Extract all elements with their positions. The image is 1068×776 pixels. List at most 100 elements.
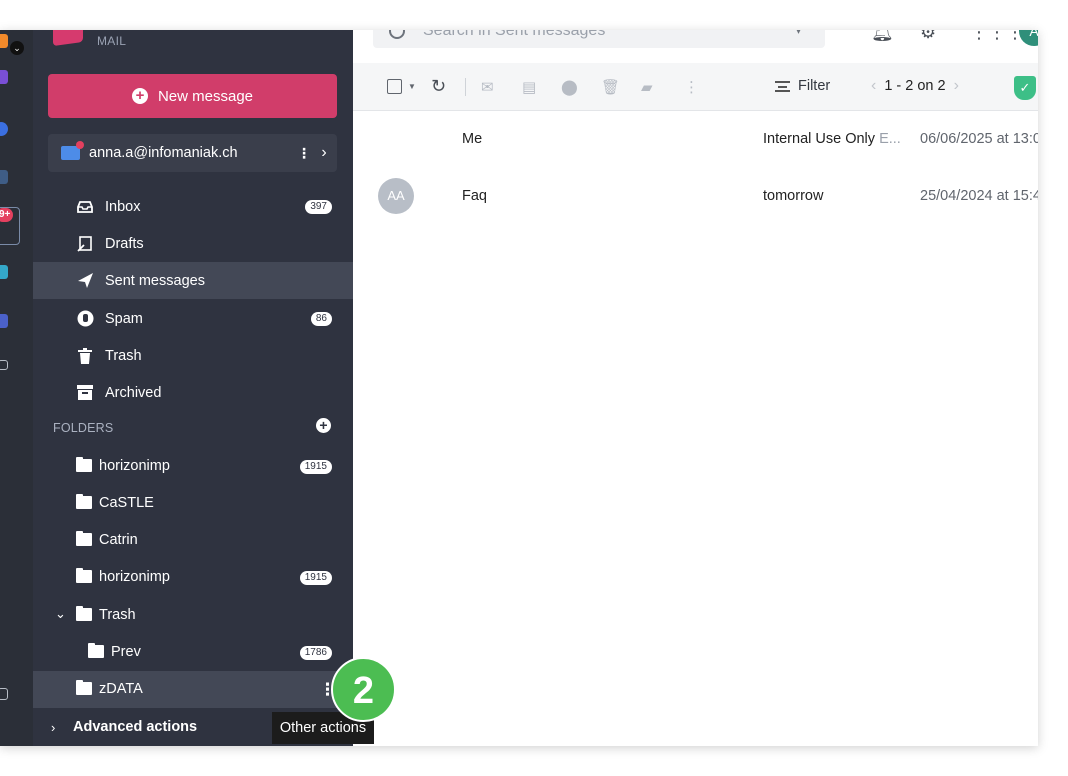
message-date: 06/06/2025 at 13:0 [920,131,1038,147]
new-message-button[interactable]: + New message [48,74,337,118]
home-icon[interactable] [0,70,8,84]
nav-label: Drafts [105,235,144,252]
next-page-icon[interactable]: › [954,77,959,95]
count-badge: 1915 [299,460,332,474]
pagination-text: 1 - 2 on 2 [884,78,946,94]
selection-chevron-icon[interactable]: ▼ [408,82,416,91]
search-input[interactable]: Search in Sent messages ▾ [373,30,825,48]
search-options-chevron-icon[interactable]: ▾ [796,30,801,37]
new-message-label: New message [157,87,254,105]
message-toolbar: ▼ ↻ ✉ ▤ ⬤ 🗑︎ ▰ ⋮ Filter ‹ 1 - 2 on 2 › ✓ [353,63,1038,111]
count-badge: 1786 [299,646,332,660]
nav-item-trash[interactable]: Trash [33,337,353,374]
chevron-right-icon[interactable]: › [311,144,337,162]
nav-label: Sent messages [105,272,205,289]
chevron-right-icon: › [51,719,56,735]
nav-label: Archived [105,384,162,401]
nav-label: Inbox [105,198,141,215]
refresh-icon[interactable]: ↻ [431,76,446,97]
user-avatar[interactable]: A [1019,30,1038,46]
folder-label: Trash [99,607,136,623]
folder-item[interactable]: Prev 1786 [33,634,353,671]
nav-item-archived[interactable]: Archived [33,374,353,411]
folder-label: Prev [111,644,141,660]
filter-button[interactable]: Filter [775,78,830,94]
gear-icon[interactable]: ⚙ [920,30,936,43]
chevron-down-icon[interactable]: ⌄ [55,606,66,622]
app-switcher-chevron-icon[interactable]: ⌄ [10,41,24,55]
mail-sidebar: MAIL + New message anna.a@infomaniak.ch … [33,30,353,746]
nav-item-inbox[interactable]: Inbox 397 [33,188,353,225]
nav-label: Spam [105,310,143,327]
previous-page-icon[interactable]: ‹ [871,77,876,95]
plus-circle-icon: + [131,88,148,104]
folder-item[interactable]: horizonimp 1915 [33,448,353,485]
security-shield-icon[interactable]: ✓ [1014,76,1036,100]
add-app-icon[interactable] [0,360,8,370]
more-actions-icon[interactable]: ⋮ [684,78,699,96]
message-subject-text: Internal Use Only [763,131,876,147]
nav-label: Trash [105,347,142,364]
folder-icon [76,531,92,546]
toolbar-divider [465,78,466,96]
folder-icon [76,680,92,695]
app-calendar-icon[interactable] [0,265,8,279]
apps-grid-icon[interactable]: ⋮⋮⋮ [970,30,1024,43]
app-chat-icon[interactable] [0,170,8,184]
inbox-icon [76,198,94,216]
message-preview: E... [879,131,901,147]
filter-label: Filter [798,78,831,94]
mail-app-window: ⌄ 9+ MAIL + New message anna.a@infomania… [0,30,1038,746]
search-placeholder: Search in Sent messages [423,30,606,39]
message-subject: tomorrow [763,188,824,204]
folder-item[interactable]: Catrin [33,522,353,559]
folder-star-icon [76,457,92,472]
pagination: ‹ 1 - 2 on 2 › [871,77,959,95]
filter-icon [775,80,790,92]
mail-logo-icon [53,30,83,47]
message-sender: Faq [462,188,487,204]
account-email: anna.a@infomaniak.ch [89,145,238,161]
app-contacts-icon[interactable] [0,314,8,328]
folder-label: CaSTLE [99,495,154,511]
search-icon [389,30,405,39]
count-badge: 1915 [299,571,332,585]
message-list-pane: Search in Sent messages ▾ 🔔︎ ⚙ ⋮⋮⋮ A ▼ ↻… [353,30,1038,746]
message-sender: Me [462,131,483,147]
folder-open-icon [76,606,92,621]
message-subject: Internal Use Only E... [763,131,901,147]
nav-item-spam[interactable]: Spam 86 [33,300,353,337]
device-icon[interactable] [0,688,8,700]
delete-action-icon[interactable]: 🗑︎ [601,78,620,96]
envelope-icon [61,141,84,160]
message-row[interactable]: Me Internal Use Only E... 06/06/2025 at … [353,111,1038,168]
archive-icon [76,384,94,402]
folder-item[interactable]: horizonimp 1915 [33,559,353,596]
product-label: MAIL [97,34,127,48]
account-more-icon[interactable]: ⋮ [297,145,311,162]
trash-icon [76,347,94,365]
folder-icon [88,643,104,658]
move-folder-icon[interactable]: ▰ [641,78,653,96]
folder-item[interactable]: CaSTLE [33,485,353,522]
account-selector[interactable]: anna.a@infomaniak.ch ⋮ › [48,134,337,172]
nav-item-drafts[interactable]: Drafts [33,225,353,262]
apps-logo-icon[interactable] [0,34,8,48]
folder-item-zdata[interactable]: zDATA ⋮ [33,671,353,708]
add-folder-icon[interactable]: + [316,418,331,433]
spam-icon [76,310,94,328]
message-row[interactable]: AA Faq tomorrow 25/04/2024 at 15:4 [353,168,1038,225]
bell-icon[interactable]: 🔔︎ [871,30,894,43]
message-date: 25/04/2024 at 15:4 [920,188,1038,204]
folder-item-trash[interactable]: ⌄ Trash [33,597,353,634]
select-all-checkbox[interactable] [387,79,402,94]
app-drive-icon[interactable] [0,122,8,136]
spam-action-icon[interactable]: ⬤ [561,78,578,96]
mark-read-icon[interactable]: ✉ [481,78,494,96]
archive-action-icon[interactable]: ▤ [522,78,536,96]
folder-label: horizonimp [99,458,170,474]
app-rail: ⌄ 9+ [0,30,33,746]
count-badge: 397 [305,199,332,214]
folder-label: Catrin [99,532,138,548]
nav-item-sent-messages[interactable]: Sent messages [33,262,353,299]
